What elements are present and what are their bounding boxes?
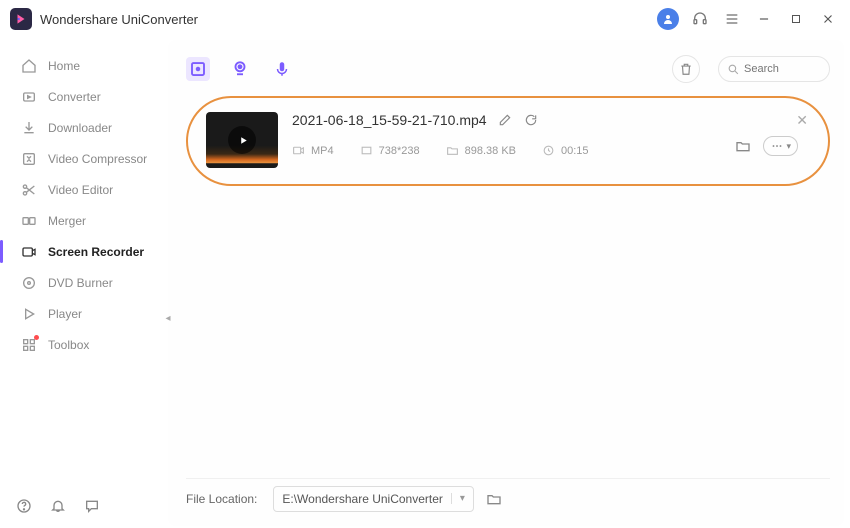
sidebar-item-merger[interactable]: Merger — [0, 205, 168, 236]
folder-icon — [446, 144, 459, 157]
meta-size: 898.38 KB — [446, 144, 516, 157]
sidebar-label: Merger — [48, 214, 86, 228]
sidebar: Home Converter Downloader Video Compress… — [0, 38, 168, 528]
scissors-icon — [20, 181, 38, 199]
home-icon — [20, 57, 38, 75]
open-folder-button[interactable] — [735, 138, 751, 154]
sidebar-label: Downloader — [48, 121, 112, 135]
app-title: Wondershare UniConverter — [40, 12, 198, 27]
sidebar-item-screen-recorder[interactable]: Screen Recorder — [0, 236, 168, 267]
help-icon[interactable] — [14, 496, 34, 516]
search-field[interactable] — [744, 63, 814, 75]
user-avatar[interactable] — [656, 7, 680, 31]
more-actions-button[interactable]: ▾ — [763, 136, 798, 156]
merge-icon — [20, 212, 38, 230]
play-icon — [20, 305, 38, 323]
file-name: 2021-06-18_15-59-21-710.mp4 — [292, 112, 487, 128]
bell-icon[interactable] — [48, 496, 68, 516]
maximize-button[interactable] — [784, 7, 808, 31]
sidebar-item-toolbox[interactable]: Toolbox — [0, 329, 168, 360]
mode-audio-button[interactable] — [270, 57, 294, 81]
sidebar-label: Converter — [48, 90, 101, 104]
open-location-button[interactable] — [486, 491, 502, 507]
play-overlay-icon — [228, 126, 256, 154]
file-thumbnail[interactable] — [206, 112, 278, 168]
sidebar-label: Player — [48, 307, 82, 321]
mode-screen-button[interactable] — [186, 57, 210, 81]
sidebar-item-editor[interactable]: Video Editor — [0, 174, 168, 205]
file-location-label: File Location: — [186, 492, 257, 506]
app-logo — [10, 8, 32, 30]
refresh-icon[interactable] — [523, 112, 539, 128]
sidebar-item-compressor[interactable]: Video Compressor — [0, 143, 168, 174]
rename-icon[interactable] — [497, 112, 513, 128]
sidebar-item-home[interactable]: Home — [0, 50, 168, 81]
sidebar-collapse-handle[interactable]: ◂ — [162, 308, 174, 328]
converter-icon — [20, 88, 38, 106]
file-row: 2021-06-18_15-59-21-710.mp4 MP4 7 — [206, 112, 798, 168]
sidebar-label: Toolbox — [48, 338, 89, 352]
trash-button[interactable] — [672, 55, 700, 83]
chevron-down-icon: ▾ — [451, 493, 465, 504]
record-icon — [20, 243, 38, 261]
toolbox-icon — [20, 336, 38, 354]
meta-resolution: 738*238 — [360, 144, 420, 157]
titlebar: Wondershare UniConverter — [0, 0, 850, 38]
close-button[interactable] — [816, 7, 840, 31]
dimensions-icon — [360, 144, 373, 157]
download-icon — [20, 119, 38, 137]
highlight-annotation: ✕ 2021-06-18_15-59-21-710.mp4 — [186, 96, 830, 186]
sidebar-label: Screen Recorder — [48, 245, 144, 259]
sidebar-label: DVD Burner — [48, 276, 113, 290]
sidebar-label: Home — [48, 59, 80, 73]
feedback-icon[interactable] — [82, 496, 102, 516]
ellipsis-icon — [770, 139, 784, 153]
search-icon — [727, 63, 740, 76]
mode-webcam-button[interactable] — [228, 57, 252, 81]
compress-icon — [20, 150, 38, 168]
sidebar-item-dvd-burner[interactable]: DVD Burner — [0, 267, 168, 298]
headset-icon[interactable] — [688, 7, 712, 31]
meta-duration: 00:15 — [542, 144, 589, 157]
sidebar-item-converter[interactable]: Converter — [0, 81, 168, 112]
sidebar-label: Video Editor — [48, 183, 113, 197]
sidebar-label: Video Compressor — [48, 152, 147, 166]
search-input[interactable] — [718, 56, 830, 82]
hamburger-icon[interactable] — [720, 7, 744, 31]
footer-bar: File Location: E:\Wondershare UniConvert… — [186, 478, 830, 518]
video-icon — [292, 144, 305, 157]
chevron-down-icon: ▾ — [786, 141, 791, 152]
clock-icon — [542, 144, 555, 157]
file-close-button[interactable]: ✕ — [796, 112, 808, 129]
main-panel: ✕ 2021-06-18_15-59-21-710.mp4 — [168, 40, 844, 526]
sidebar-item-player[interactable]: Player — [0, 298, 168, 329]
meta-format: MP4 — [292, 144, 334, 157]
sidebar-item-downloader[interactable]: Downloader — [0, 112, 168, 143]
file-location-select[interactable]: E:\Wondershare UniConverter ▾ — [273, 486, 474, 512]
disc-icon — [20, 274, 38, 292]
minimize-button[interactable] — [752, 7, 776, 31]
